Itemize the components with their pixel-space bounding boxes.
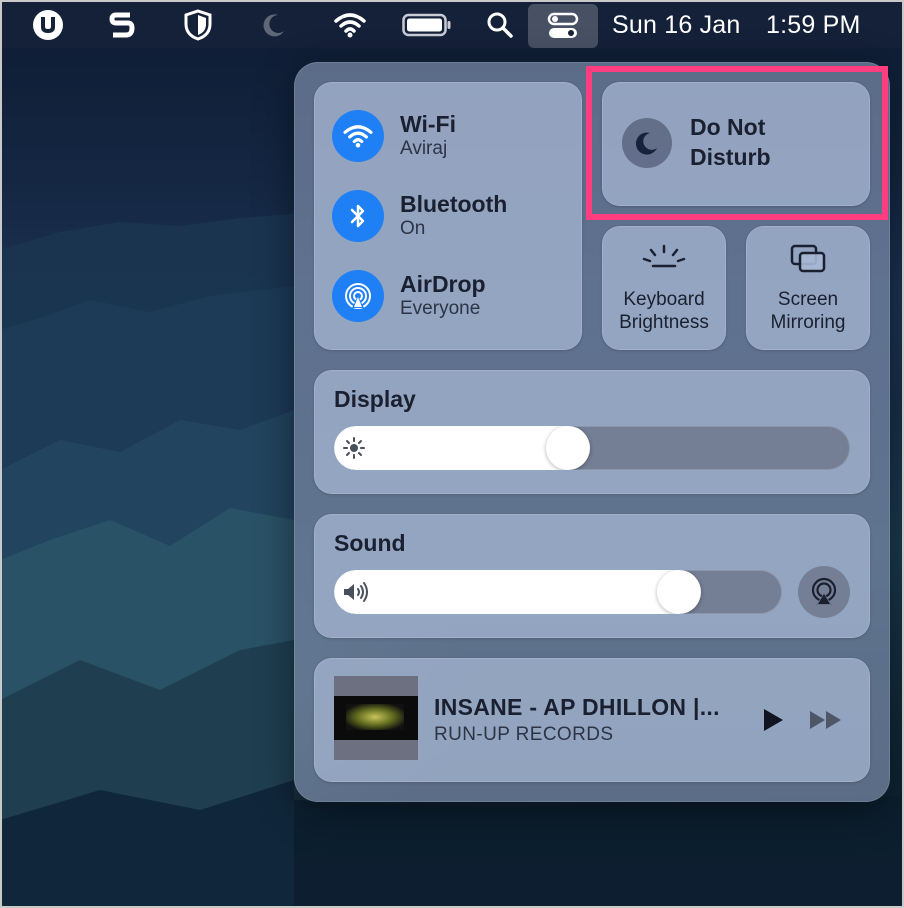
sun-icon xyxy=(342,436,366,465)
now-playing-tile: INSANE - AP DHILLON |... RUN-UP RECORDS xyxy=(314,658,870,782)
bluetooth-row[interactable]: Bluetooth On xyxy=(332,190,507,242)
sound-slider-knob[interactable] xyxy=(657,570,701,614)
control-center-icon[interactable] xyxy=(528,4,598,48)
moon-icon[interactable] xyxy=(252,2,296,48)
airplay-audio-button[interactable] xyxy=(798,566,850,618)
bluetooth-icon[interactable] xyxy=(332,190,384,242)
airdrop-visibility: Everyone xyxy=(400,298,481,319)
fast-forward-button[interactable] xyxy=(804,706,848,734)
screen-mirroring-label: Screen Mirroring xyxy=(770,289,846,333)
wifi-row[interactable]: Wi-Fi Aviraj xyxy=(332,110,456,162)
menubar-time[interactable]: 1:59 PM xyxy=(766,2,861,48)
shield-icon[interactable] xyxy=(176,2,220,48)
airdrop-icon[interactable] xyxy=(332,270,384,322)
now-playing-title: INSANE - AP DHILLON |... xyxy=(434,694,720,720)
display-title: Display xyxy=(334,386,416,412)
utorrent-icon[interactable] xyxy=(26,2,70,48)
sound-slider-fill xyxy=(334,570,679,614)
sound-title: Sound xyxy=(334,530,406,556)
bluetooth-status: On xyxy=(400,218,426,239)
s-app-icon[interactable] xyxy=(100,2,144,48)
highlight-box xyxy=(586,66,888,220)
display-brightness-slider[interactable] xyxy=(334,426,850,470)
airdrop-title: AirDrop xyxy=(400,271,486,297)
wifi-title: Wi-Fi xyxy=(400,111,456,137)
keyboard-brightness-icon xyxy=(602,242,726,272)
play-icon xyxy=(764,709,783,731)
battery-icon[interactable] xyxy=(400,2,454,48)
speaker-icon xyxy=(342,580,372,609)
wifi-icon[interactable] xyxy=(332,110,384,162)
menubar-date[interactable]: Sun 16 Jan xyxy=(612,2,741,48)
search-icon[interactable] xyxy=(478,2,522,48)
display-slider-fill xyxy=(334,426,568,470)
sound-volume-slider[interactable] xyxy=(334,570,782,614)
menu-bar: Sun 16 Jan 1:59 PM xyxy=(2,2,902,48)
airdrop-row[interactable]: AirDrop Everyone xyxy=(332,270,486,322)
screen-mirroring-tile[interactable]: Screen Mirroring xyxy=(746,226,870,350)
display-tile: Display xyxy=(314,370,870,494)
display-slider-knob[interactable] xyxy=(546,426,590,470)
now-playing-artist: RUN-UP RECORDS xyxy=(434,724,614,745)
sound-tile: Sound xyxy=(314,514,870,638)
wifi-network-name: Aviraj xyxy=(400,138,448,159)
play-button[interactable] xyxy=(756,704,790,736)
bluetooth-title: Bluetooth xyxy=(400,191,508,217)
album-artwork[interactable] xyxy=(334,676,418,760)
network-tile: Wi-Fi Aviraj Bluetooth On AirDrop Everyo… xyxy=(314,82,582,350)
wifi-icon[interactable] xyxy=(328,2,372,48)
screen-mirroring-icon xyxy=(746,242,870,276)
keyboard-brightness-tile[interactable]: Keyboard Brightness xyxy=(602,226,726,350)
airplay-audio-icon xyxy=(811,577,837,605)
keyboard-brightness-label: Keyboard Brightness xyxy=(619,289,709,333)
fast-forward-icon xyxy=(810,711,841,729)
